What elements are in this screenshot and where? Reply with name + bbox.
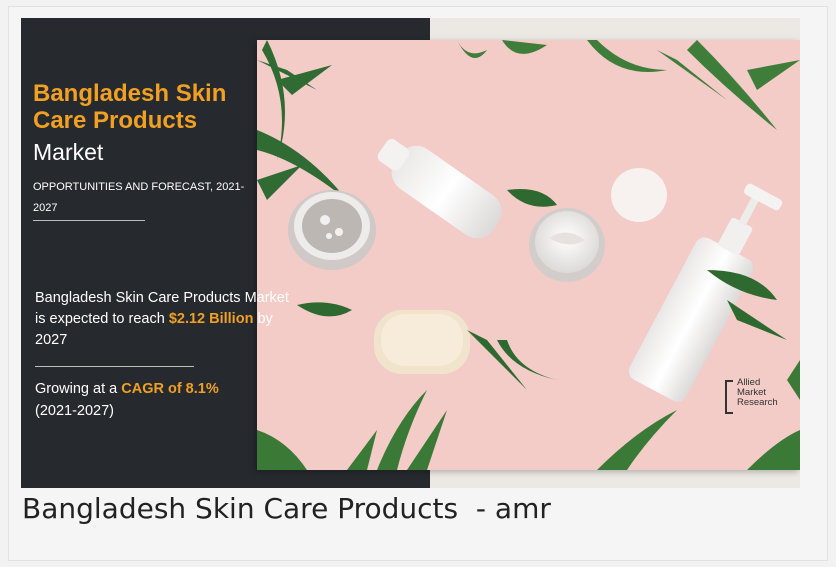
cagr-prefix: Growing at a — [35, 381, 122, 397]
logo-text: Allied Market Research — [737, 377, 778, 408]
forecast-label: OPPORTUNITIES AND FORECAST, 2021-2027 — [33, 181, 245, 214]
forecast-value: $2.12 Billion — [168, 311, 254, 327]
cagr-value: CAGR of 8.1% — [121, 381, 219, 397]
divider — [35, 366, 194, 367]
banner-title: Bangladesh Skin Care Products — [33, 80, 227, 134]
cagr-period: (2021-2027) — [35, 403, 114, 419]
product-photo — [257, 40, 800, 470]
banner-subtitle: Market — [33, 139, 104, 165]
logo-bracket-icon — [725, 380, 733, 414]
skincare-products-illustration — [257, 40, 800, 470]
divider — [33, 220, 145, 221]
allied-market-research-logo: Allied Market Research — [725, 378, 797, 418]
infographic-banner: Bangladesh Skin Care Products Market OPP… — [21, 18, 800, 488]
image-caption: Bangladesh Skin Care Products - amr — [22, 492, 551, 525]
market-forecast-text: Bangladesh Skin Care Products Market is … — [35, 288, 295, 351]
cagr-text: Growing at a CAGR of 8.1% (2021-2027) — [35, 378, 275, 422]
